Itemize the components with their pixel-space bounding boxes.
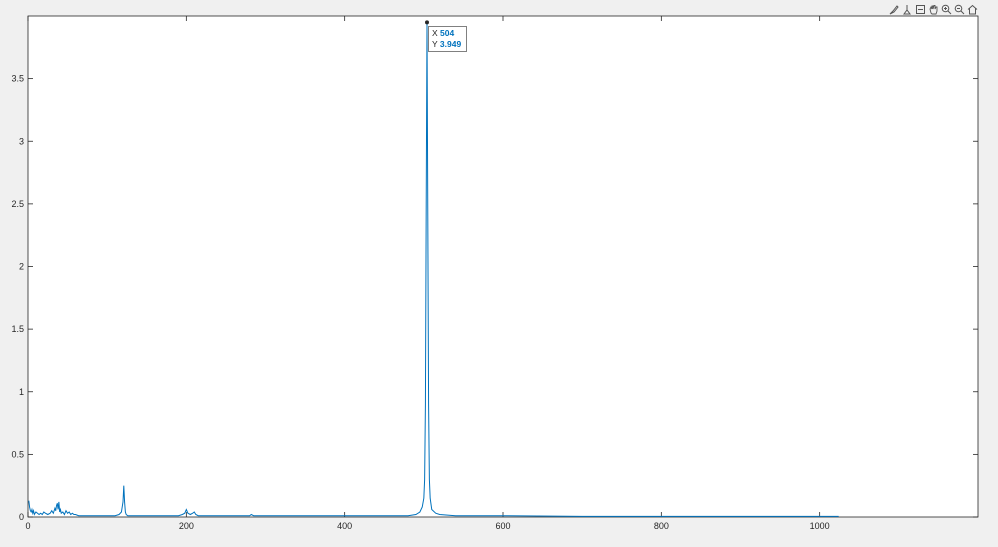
- datatip-marker[interactable]: [425, 20, 429, 25]
- x-tick-label: 200: [179, 521, 194, 531]
- y-tick-label: 0.5: [11, 449, 24, 459]
- axes-background[interactable]: [27, 15, 979, 518]
- pan-icon[interactable]: [927, 3, 939, 15]
- y-tick-label: 3: [19, 136, 24, 146]
- zoom-in-icon[interactable]: [940, 3, 952, 15]
- y-tick-label: 2: [19, 262, 24, 272]
- datatip-x-label: X: [432, 28, 438, 38]
- axes-toolbar: [888, 3, 978, 15]
- y-tick-label: 1.5: [11, 324, 24, 334]
- x-tick-label: 400: [337, 521, 352, 531]
- brush-icon[interactable]: [888, 3, 900, 15]
- x-tick-label: 1000: [810, 521, 830, 531]
- y-tick-label: 2.5: [11, 199, 24, 209]
- y-tick-label: 3.5: [11, 74, 24, 84]
- rotate-icon[interactable]: [914, 3, 926, 15]
- line-plot: 0 0.5 1 1.5 2 2.5 3 3.5 0 200 400 600 800 1000: [11, 15, 979, 531]
- x-tick-label: 600: [495, 521, 510, 531]
- datatip-x-value: 504: [440, 28, 455, 38]
- x-tick-label: 0: [25, 521, 30, 531]
- datatip-y-label: Y: [432, 39, 438, 49]
- datatip-box[interactable]: X 504 Y 3.949: [428, 26, 467, 52]
- home-icon[interactable]: [966, 3, 978, 15]
- datatip-y-value: 3.949: [439, 39, 462, 49]
- x-tick-label: 800: [654, 521, 669, 531]
- datatip-y-row: Y 3.949: [432, 39, 463, 50]
- y-tick-label: 0: [19, 512, 24, 522]
- figure-window: 0 0.5 1 1.5 2 2.5 3 3.5 0 200 400 600 800 1000 X: [0, 0, 998, 547]
- datatip-icon[interactable]: [901, 3, 913, 15]
- datatip-x-row: X 504: [432, 28, 463, 39]
- zoom-out-icon[interactable]: [953, 3, 965, 15]
- y-tick-label: 1: [19, 387, 24, 397]
